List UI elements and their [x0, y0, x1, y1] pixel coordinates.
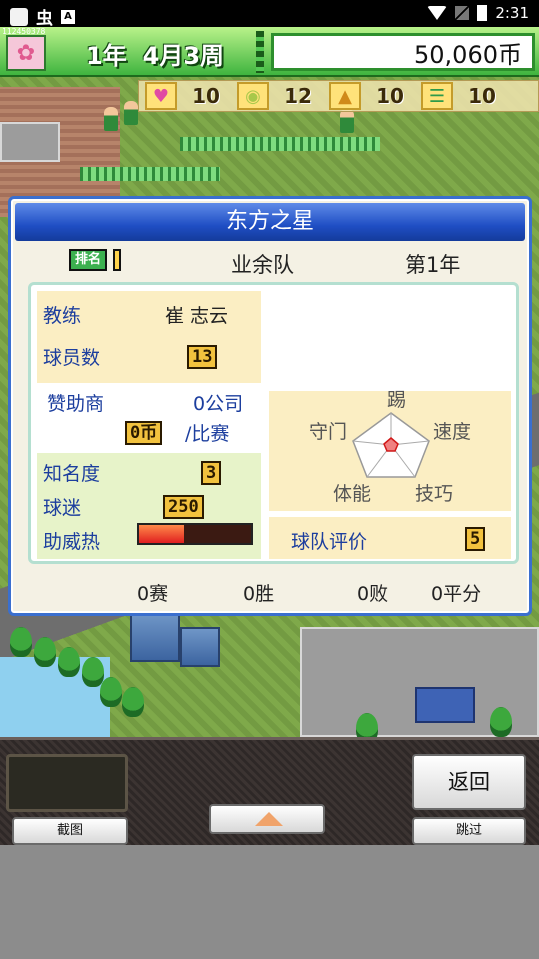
person-sprite: [124, 101, 138, 125]
rank-bar-icon: [113, 249, 122, 271]
rank-label: 排名: [69, 249, 108, 271]
clock: 2:31: [495, 4, 529, 22]
popularity-section: 知名度 3 球迷 250 助威热: [37, 453, 261, 559]
tree: [10, 627, 32, 657]
tree: [82, 657, 104, 687]
games-count: 0赛: [137, 583, 169, 605]
radar-kick-label: 踢: [387, 389, 407, 411]
resource-value: 10: [192, 84, 220, 108]
tree: [100, 677, 122, 707]
team-level: 业余队: [231, 253, 294, 277]
radar-keeper-label: 守门: [309, 421, 348, 443]
tree: [356, 713, 378, 737]
resource-bar: ♥ 10 ◉ 12 ▲ 10 ☰ 10: [138, 80, 539, 112]
money-value: 50,060币: [414, 40, 522, 69]
wins-count: 0胜: [243, 583, 275, 605]
tree: [34, 637, 56, 667]
stats-box: 教练 崔 志云 球员数 13 赞助商 0公司 0币 /比赛 知名度 3 球迷 2…: [28, 282, 519, 564]
radar-skill-label: 技巧: [415, 483, 454, 505]
money-display[interactable]: 50,060币: [271, 33, 535, 71]
rating-value: 5: [465, 527, 486, 551]
tree: [58, 647, 80, 677]
building: [180, 627, 220, 667]
sponsor-company: 0公司: [193, 393, 244, 415]
rating-label: 球队评价: [291, 531, 368, 553]
sakura-season-icon[interactable]: ✿: [6, 35, 46, 71]
skip-button[interactable]: 跳过: [412, 817, 526, 845]
team-info-panel: 东方之星 排名 业余队 第1年 教练 崔 志云 球员数 13 赞助商 0公司 0…: [8, 196, 532, 616]
team-summary-row: 排名 业余队 第1年: [11, 247, 529, 277]
ability-radar: 踢 守门 速度 体能 技巧: [269, 389, 511, 511]
fame-value: 3: [201, 461, 222, 485]
losses-count: 0败: [357, 583, 389, 605]
sponsor-fee-unit: /比赛: [185, 423, 230, 445]
status-bar: 虫 A 2:31: [0, 0, 539, 29]
coach-name: 崔 志云: [165, 305, 229, 327]
building: [130, 612, 180, 662]
players-label: 球员数: [43, 347, 101, 369]
sponsor-fee: 0币: [125, 421, 163, 445]
expand-up-button[interactable]: [209, 804, 325, 834]
bug-icon: 虫: [36, 9, 53, 29]
ladder-icon: ☰: [421, 82, 453, 110]
date-year: 1年: [85, 41, 127, 70]
game-date: 1年 4月3周: [60, 37, 250, 70]
fence: [180, 137, 380, 151]
top-hud: 112450378 ✿ 1年 4月3周 50,060币: [0, 27, 539, 77]
resource-value: 10: [468, 84, 496, 108]
resource-value: 10: [376, 84, 404, 108]
hud-divider: [256, 31, 264, 73]
rank-badge: 排名: [69, 249, 122, 271]
heart-icon: ♥: [145, 82, 177, 110]
back-button[interactable]: 返回: [412, 754, 526, 810]
screenshot-preview: [6, 754, 128, 812]
draws-count: 0平分: [431, 583, 482, 605]
cheer-label: 助威热: [43, 531, 101, 553]
sponsor-label: 赞助商: [47, 393, 105, 415]
road-segment: [0, 122, 60, 162]
battery-icon: [477, 5, 488, 21]
fans-value: 250: [163, 495, 204, 519]
players-count: 13: [187, 345, 218, 369]
wifi-icon: [427, 6, 448, 20]
bottom-controls: 截图 返回 跳过: [0, 737, 539, 845]
pile-icon: ▲: [329, 82, 361, 110]
team-rating-section: 球队评价 5: [269, 517, 511, 559]
radar-stamina-label: 体能: [333, 483, 372, 505]
coach-section: 教练 崔 志云 球员数 13: [37, 291, 261, 383]
tree: [122, 687, 144, 717]
person-sprite: [340, 109, 354, 133]
fence: [80, 167, 220, 181]
sponsor-section: 赞助商 0公司 0币 /比赛: [37, 385, 261, 451]
a-icon: A: [61, 9, 75, 24]
match-record: 0赛 0胜 0败 0平分: [11, 579, 529, 609]
date-month-week: 4月3周: [142, 41, 225, 70]
fame-label: 知名度: [43, 463, 101, 485]
resource-value: 12: [284, 84, 312, 108]
person-sprite: [104, 107, 118, 131]
fans-label: 球迷: [43, 497, 82, 519]
radar-speed-label: 速度: [433, 421, 472, 443]
screenshot-button[interactable]: 截图: [12, 817, 128, 845]
team-name-title: 东方之星: [15, 203, 525, 241]
house: [415, 687, 475, 723]
cheer-meter: [137, 523, 253, 545]
team-year: 第1年: [405, 253, 461, 277]
tree: [490, 707, 512, 737]
notification-square-icon: [10, 7, 28, 26]
no-signal-icon: [455, 6, 470, 20]
coach-label: 教练: [43, 305, 82, 327]
cheer-meter-fill: [139, 525, 184, 543]
bulb-icon: ◉: [237, 82, 269, 110]
arrow-up-icon: [255, 812, 283, 826]
